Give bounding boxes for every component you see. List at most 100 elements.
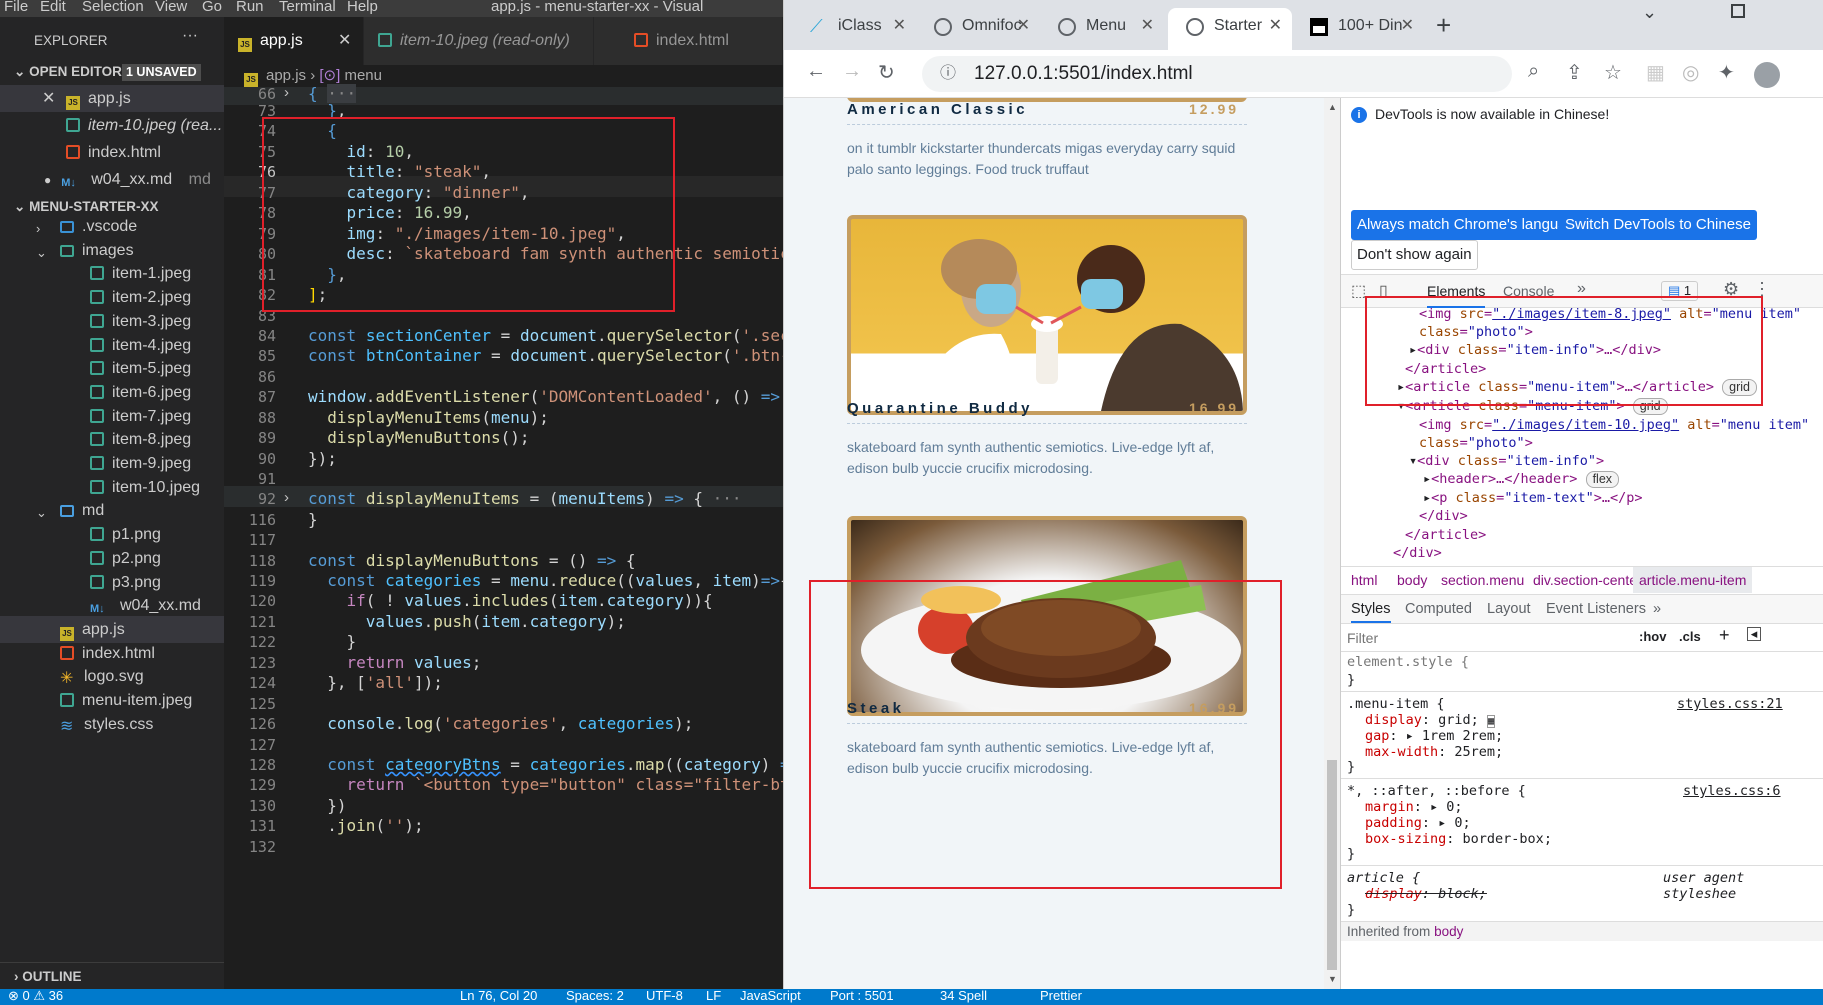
close-icon[interactable]: ✕ <box>42 85 55 112</box>
line-number: 91 <box>257 470 276 488</box>
status-bar: ⊗ 0 ⚠ 36 Ln 76, Col 20 Spaces: 2 UTF-8 L… <box>0 989 1823 1005</box>
encoding[interactable]: UTF-8 <box>646 989 683 1003</box>
scroll-down-icon[interactable]: ▼ <box>1328 974 1337 984</box>
close-icon[interactable]: ✕ <box>1401 8 1414 44</box>
menu-selection[interactable]: Selection <box>82 0 144 15</box>
more-tabs-icon[interactable]: » <box>1653 595 1661 623</box>
maximize-icon[interactable] <box>1731 4 1745 18</box>
breadcrumb-symbol[interactable]: menu <box>344 67 382 84</box>
fold-chevron-icon[interactable]: › <box>284 489 289 506</box>
cursor-position[interactable]: Ln 76, Col 20 <box>460 989 537 1003</box>
dom-node[interactable]: class="photo"> <box>1419 435 1533 451</box>
tab-index-html[interactable]: index.html <box>594 17 783 65</box>
url-input[interactable]: ⓘ 127.0.0.1:5501/index.html <box>922 56 1512 92</box>
crumb-html[interactable]: html <box>1351 567 1377 593</box>
dom-node[interactable]: ▸<p class="item-text">…</p> <box>1423 490 1643 506</box>
back-icon[interactable]: ← <box>806 60 826 83</box>
forward-icon[interactable]: → <box>842 60 862 83</box>
menu-view[interactable]: View <box>155 0 187 15</box>
crumb-div[interactable]: div.section-center <box>1533 567 1642 593</box>
menu-help[interactable]: Help <box>347 0 378 15</box>
new-tab-icon[interactable]: + <box>1436 10 1451 41</box>
browser-tab-starter[interactable]: Starter ✕ <box>1168 8 1292 50</box>
share-icon[interactable]: ⇪ <box>1566 60 1583 85</box>
styles-filter-input[interactable] <box>1347 627 1627 649</box>
dont-show-again-button[interactable]: Don't show again <box>1351 240 1478 270</box>
crumb-body[interactable]: body <box>1397 567 1427 593</box>
browser-tab-omnifocus[interactable]: Omnifoc ✕ <box>916 8 1040 50</box>
zoom-icon[interactable]: ⌕ <box>1528 60 1539 83</box>
more-actions-icon[interactable]: ··· <box>182 27 198 45</box>
eol[interactable]: LF <box>706 989 721 1003</box>
close-icon[interactable]: ✕ <box>893 8 906 44</box>
open-editor-item-10[interactable]: item-10.jpeg (rea... <box>0 112 224 139</box>
outline-header[interactable]: › OUTLINE <box>0 962 224 989</box>
tree-item-label: item-3.jpeg <box>112 312 192 330</box>
live-server-port[interactable]: Port : 5501 <box>830 989 894 1003</box>
scroll-thumb[interactable] <box>1327 760 1337 970</box>
hov-toggle[interactable]: :hov <box>1639 629 1666 644</box>
browser-tab-iclass[interactable]: ⟋ iClass ✕ <box>792 8 916 50</box>
bookmark-star-icon[interactable]: ☆ <box>1604 60 1622 85</box>
project-label: MENU-STARTER-XX <box>29 199 159 214</box>
prettier-status[interactable]: Prettier <box>1040 989 1082 1003</box>
style-source-link[interactable]: styles.css:6 <box>1683 783 1781 799</box>
menu-terminal[interactable]: Terminal <box>279 0 336 15</box>
code-line: const displayMenuItems = (menuItems) => … <box>308 489 742 508</box>
crumb-section[interactable]: section.menu <box>1441 567 1524 593</box>
switch-language-button[interactable]: Switch DevTools to Chinese <box>1559 210 1757 240</box>
profile-avatar[interactable] <box>1754 62 1780 88</box>
page-scrollbar[interactable]: ▲ ▼ <box>1324 98 1340 989</box>
close-icon[interactable]: ✕ <box>1017 8 1030 44</box>
menu-run[interactable]: Run <box>236 0 264 15</box>
grid-editor-icon[interactable]: ▦ <box>1486 715 1495 728</box>
language-mode[interactable]: JavaScript <box>740 989 801 1003</box>
tab-search-icon[interactable]: ⌄ <box>1642 2 1657 23</box>
reload-icon[interactable]: ↻ <box>878 60 895 85</box>
dom-node[interactable]: ▸<header>…</header> flex <box>1423 471 1620 488</box>
extension-icon[interactable]: ◎ <box>1682 60 1699 85</box>
inspect-icon[interactable]: ⬚ <box>1351 281 1366 301</box>
tab-styles[interactable]: Styles <box>1351 595 1391 623</box>
menu-file[interactable]: File <box>4 0 28 15</box>
fold-chevron-icon[interactable]: › <box>284 84 289 101</box>
puzzle-extensions-icon[interactable]: ✦ <box>1718 60 1735 85</box>
line-number: 118 <box>248 552 276 570</box>
tab-computed[interactable]: Computed <box>1405 595 1472 623</box>
menu-edit[interactable]: Edit <box>40 0 66 15</box>
tree-item[interactable]: ≋ styles.css <box>0 711 224 738</box>
problems-indicator[interactable]: ⊗ 0 ⚠ 36 <box>8 989 63 1004</box>
toggle-sidebar-icon[interactable]: ◂ <box>1747 627 1761 641</box>
tab-event-listeners[interactable]: Event Listeners <box>1546 595 1646 623</box>
new-rule-icon[interactable]: + <box>1719 625 1730 646</box>
cls-toggle[interactable]: .cls <box>1679 629 1701 644</box>
close-icon[interactable]: ✕ <box>1269 8 1282 44</box>
extension-icon[interactable]: ▦ <box>1646 60 1665 85</box>
match-language-button[interactable]: Always match Chrome's language <box>1351 210 1590 240</box>
tab-app-js[interactable]: JS app.js ✕ <box>224 17 364 65</box>
tab-item-10[interactable]: item-10.jpeg (read-only) <box>364 17 594 65</box>
indentation[interactable]: Spaces: 2 <box>566 989 624 1003</box>
close-icon[interactable]: ✕ <box>338 17 351 65</box>
scroll-up-icon[interactable]: ▲ <box>1328 102 1337 112</box>
code-editor[interactable]: JS app.js ✕ item-10.jpeg (read-only) inde… <box>224 17 783 989</box>
open-editor-w04-md[interactable]: ● M↓ w04_xx.md md <box>0 166 224 193</box>
close-icon[interactable]: ✕ <box>1141 8 1154 44</box>
dom-node[interactable]: ▾<div class="item-info"> <box>1409 453 1604 469</box>
style-rule: } <box>1347 846 1356 862</box>
dom-node[interactable]: </div> <box>1419 508 1468 524</box>
menu-go[interactable]: Go <box>202 0 222 15</box>
tab-layout[interactable]: Layout <box>1487 595 1531 623</box>
dom-node[interactable]: <img src="./images/item-10.jpeg" alt="me… <box>1419 417 1809 433</box>
breadcrumb-file[interactable]: app.js <box>266 67 306 84</box>
style-source-link[interactable]: styles.css:21 <box>1677 696 1783 712</box>
spell-check[interactable]: 34 Spell <box>940 989 987 1003</box>
crumb-article[interactable]: article.menu-item <box>1633 567 1753 593</box>
dom-node[interactable]: </article> <box>1405 527 1486 543</box>
browser-tab-menu[interactable]: Menu ✕ <box>1040 8 1164 50</box>
browser-tab-dinner[interactable]: 100+ Din ✕ <box>1292 8 1424 50</box>
open-editor-app-js[interactable]: ✕ JS app.js <box>0 85 224 112</box>
dom-node[interactable]: </div> <box>1393 545 1442 561</box>
inherited-element[interactable]: body <box>1434 924 1463 939</box>
open-editor-index-html[interactable]: index.html <box>0 139 224 166</box>
